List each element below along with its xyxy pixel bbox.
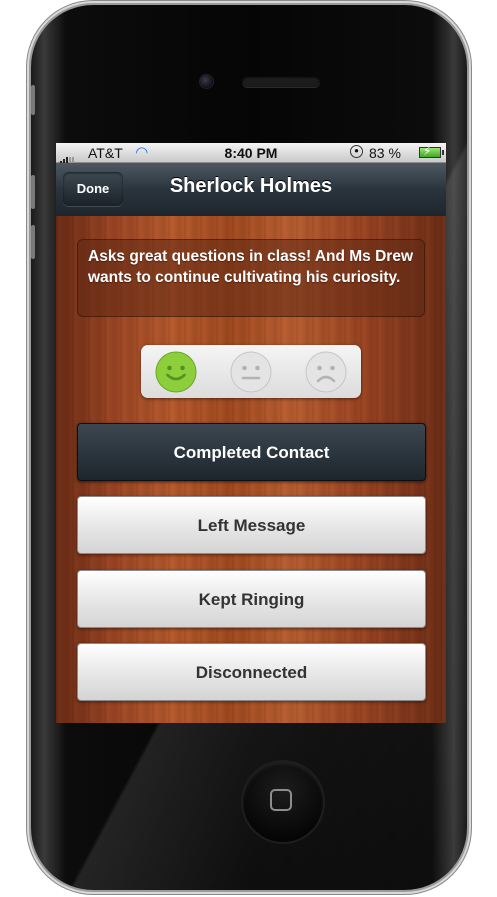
mood-rating-control — [141, 345, 361, 398]
screen: AT&T ◠ 8:40 PM ● 83 % ⚡ Done Sherlock Ho… — [56, 143, 446, 723]
done-button[interactable]: Done — [63, 172, 123, 206]
left-message-button[interactable]: Left Message — [77, 496, 426, 554]
note-text-area[interactable]: Asks great questions in class! And Ms Dr… — [77, 239, 425, 317]
volume-down-button — [31, 225, 35, 259]
content-area: Asks great questions in class! And Ms Dr… — [56, 216, 446, 723]
navigation-bar: Done Sherlock Holmes — [56, 163, 446, 217]
rotation-lock-icon: ● — [350, 145, 363, 158]
volume-up-button — [31, 175, 35, 209]
completed-contact-button[interactable]: Completed Contact — [77, 423, 426, 481]
page-title: Sherlock Holmes — [169, 175, 333, 197]
neutral-face-icon[interactable] — [230, 351, 272, 393]
kept-ringing-button[interactable]: Kept Ringing — [77, 570, 426, 628]
home-button[interactable] — [243, 762, 323, 842]
disconnected-button[interactable]: Disconnected — [77, 643, 426, 701]
status-bar: AT&T ◠ 8:40 PM ● 83 % ⚡ — [56, 143, 446, 165]
battery-charging-icon: ⚡ — [419, 144, 444, 158]
home-square-icon — [270, 789, 292, 811]
mute-switch — [31, 85, 35, 115]
front-camera — [200, 75, 213, 88]
happy-face-icon[interactable] — [155, 351, 197, 393]
battery-percent: 83 % — [369, 145, 401, 161]
sad-face-icon[interactable] — [305, 351, 347, 393]
earpiece-speaker — [242, 76, 320, 87]
